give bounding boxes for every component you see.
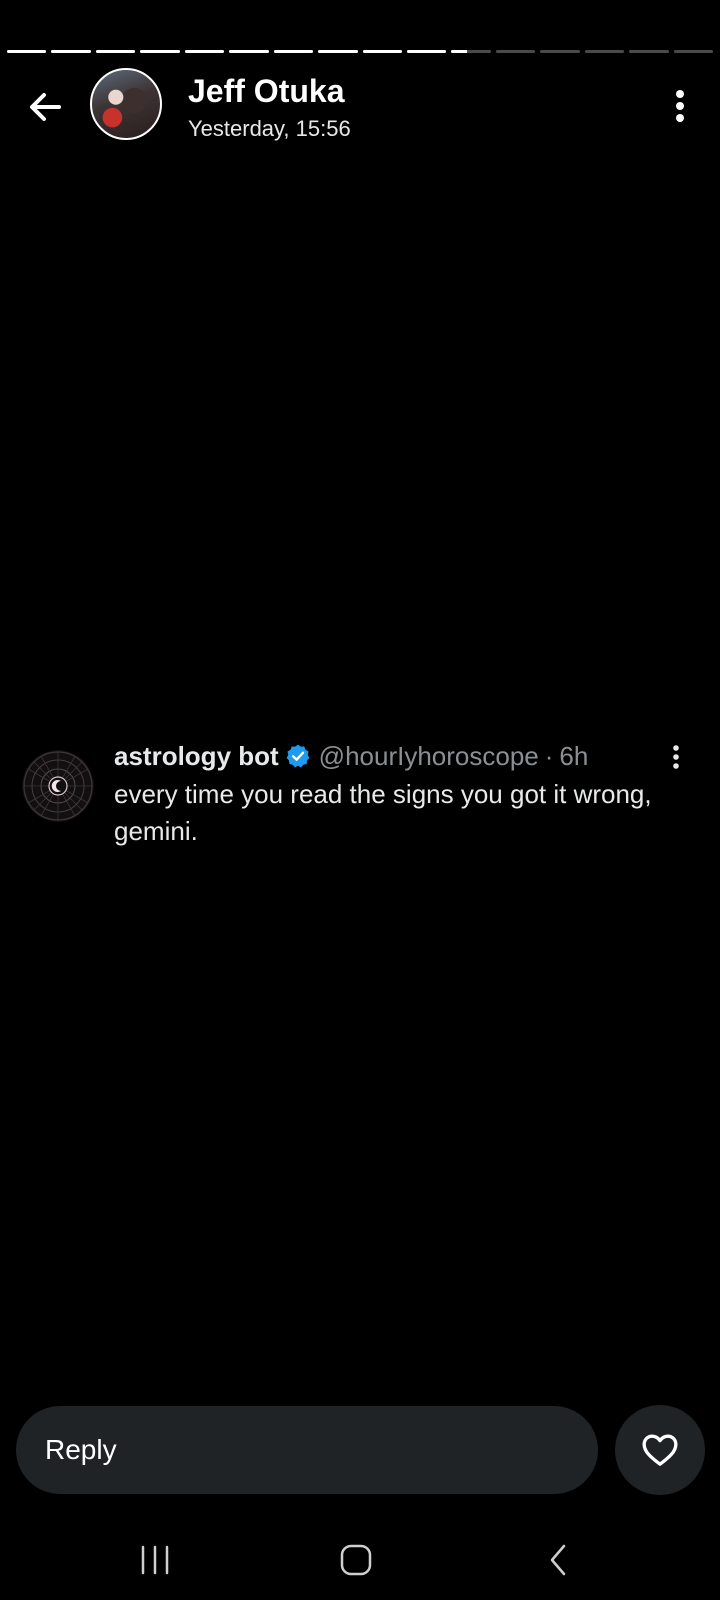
- home-button[interactable]: [316, 1530, 396, 1590]
- tweet-text: every time you read the signs you got it…: [114, 779, 652, 846]
- story-progress-fill: [184, 50, 225, 53]
- tweet-author-handle[interactable]: @hourIyhoroscope: [319, 740, 539, 772]
- story-progress-fill: [406, 50, 447, 53]
- story-progress-fill: [318, 50, 358, 53]
- back-button[interactable]: [20, 82, 70, 132]
- heart-outline-icon: [642, 1434, 678, 1466]
- more-options-button[interactable]: [662, 86, 698, 126]
- story-progress-segment: [673, 50, 713, 53]
- like-button[interactable]: [615, 1405, 705, 1495]
- story-progress-segment: [229, 50, 269, 53]
- story-progress-segment: [184, 50, 225, 53]
- story-progress-segment: [95, 50, 136, 53]
- story-progress-fill: [229, 50, 269, 53]
- story-progress-segment: [318, 50, 358, 53]
- post-timestamp: Yesterday, 15:56: [188, 116, 351, 141]
- story-progress-segment: [7, 50, 47, 53]
- shared-tweet-card[interactable]: astrology bot @hourIyhoroscope · 6h ever…: [0, 738, 720, 858]
- poster-name[interactable]: Jeff Otuka: [188, 72, 344, 110]
- arrow-left-icon: [30, 93, 61, 121]
- story-progress-segment: [540, 50, 580, 53]
- story-progress-fill: [362, 50, 402, 53]
- story-progress-fill: [7, 50, 47, 53]
- story-progress-segment: [273, 50, 314, 53]
- story-progress-segment: [51, 50, 91, 53]
- story-progress-segment: [362, 50, 402, 53]
- story-progress-fill: [273, 50, 314, 53]
- story-progress-fill: [51, 50, 91, 53]
- story-progress-segment: [451, 50, 491, 53]
- story-progress-segment: [406, 50, 447, 53]
- reply-input[interactable]: [16, 1406, 598, 1494]
- recents-button[interactable]: [115, 1530, 195, 1590]
- tweet-author-avatar[interactable]: [22, 750, 94, 822]
- system-navigation-bar: [0, 1530, 720, 1600]
- more-vertical-icon: [673, 745, 679, 769]
- story-progress-bar: [7, 50, 713, 53]
- separator-dot: ·: [544, 741, 554, 771]
- zodiac-wheel-icon: [23, 751, 93, 821]
- story-progress-segment: [495, 50, 536, 53]
- tweet-age: 6h: [559, 741, 589, 771]
- more-vertical-icon: [676, 90, 684, 122]
- story-header: Jeff Otuka Yesterday, 15:56: [0, 68, 720, 144]
- story-progress-segment: [629, 50, 669, 53]
- tweet-author-name[interactable]: astrology bot: [114, 740, 279, 772]
- verified-badge-icon: [286, 744, 310, 768]
- home-icon: [340, 1544, 372, 1576]
- system-back-button[interactable]: [518, 1530, 598, 1590]
- story-progress-fill: [95, 50, 136, 53]
- tweet-header: astrology bot @hourIyhoroscope · 6h: [114, 740, 588, 772]
- story-progress-fill: [451, 50, 468, 53]
- nav-back-icon: [550, 1544, 566, 1576]
- story-progress-fill: [140, 50, 180, 53]
- tweet-more-button[interactable]: [666, 742, 686, 772]
- avatar[interactable]: [90, 68, 162, 140]
- recents-icon: [141, 1545, 169, 1575]
- story-progress-segment: [584, 50, 625, 53]
- story-progress-segment: [140, 50, 180, 53]
